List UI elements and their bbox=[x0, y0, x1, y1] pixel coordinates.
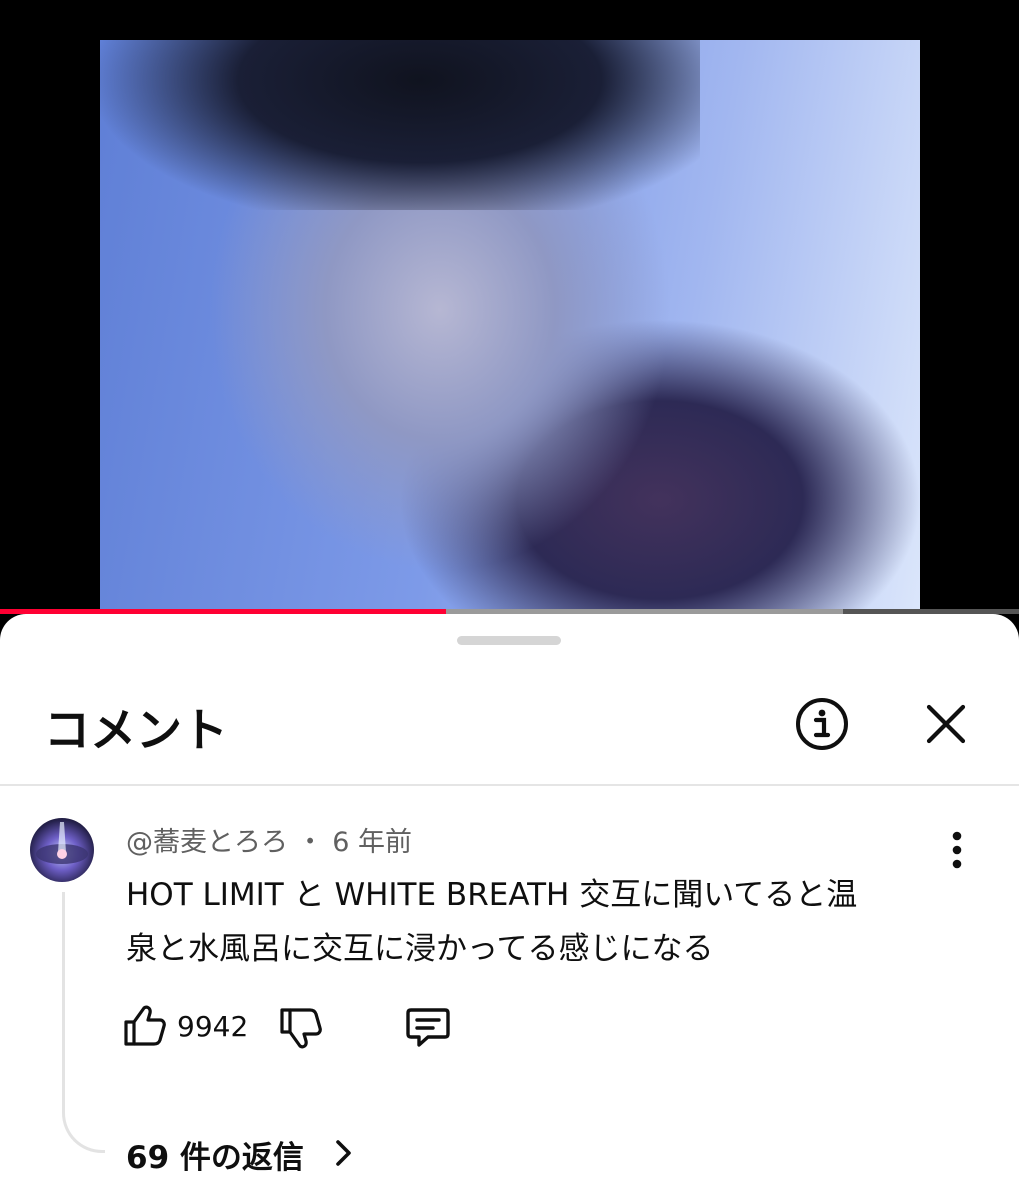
chevron-right-icon[interactable] bbox=[330, 1138, 356, 1168]
comment-time: 6 年前 bbox=[332, 827, 412, 858]
thread-line bbox=[62, 892, 105, 1153]
meta-separator: ・ bbox=[296, 827, 324, 858]
sheet-title: コメント bbox=[44, 703, 228, 757]
comment-text: HOT LIMIT と WHITE BREATH 交互に聞いてると温 泉と水風呂… bbox=[126, 868, 946, 976]
drag-handle[interactable] bbox=[457, 636, 561, 645]
comment-meta: @蕎麦とろろ ・ 6 年前 bbox=[126, 820, 412, 859]
close-icon[interactable] bbox=[922, 700, 970, 748]
comment-text-line: HOT LIMIT と WHITE BREATH 交互に聞いてると温 bbox=[126, 877, 858, 913]
dislike-icon[interactable] bbox=[278, 1006, 324, 1052]
video-content-shading bbox=[100, 40, 700, 210]
like-icon[interactable] bbox=[122, 1002, 168, 1048]
reply-icon[interactable] bbox=[404, 1004, 452, 1050]
divider bbox=[0, 784, 1019, 786]
comment-author[interactable]: @蕎麦とろろ bbox=[126, 827, 288, 858]
video-player[interactable] bbox=[0, 0, 1019, 614]
info-icon[interactable] bbox=[794, 696, 850, 752]
like-count: 9942 bbox=[177, 1010, 249, 1043]
comments-sheet: コメント @蕎麦とろろ ・ 6 年前 HOT LIMIT と WHITE BRE… bbox=[0, 614, 1019, 1200]
comment-text-line: 泉と水風呂に交互に浸かってる感じになる bbox=[126, 931, 714, 967]
video-frame[interactable] bbox=[100, 40, 920, 610]
avatar[interactable] bbox=[30, 818, 94, 882]
replies-link[interactable]: 69 件の返信 bbox=[126, 1132, 304, 1177]
